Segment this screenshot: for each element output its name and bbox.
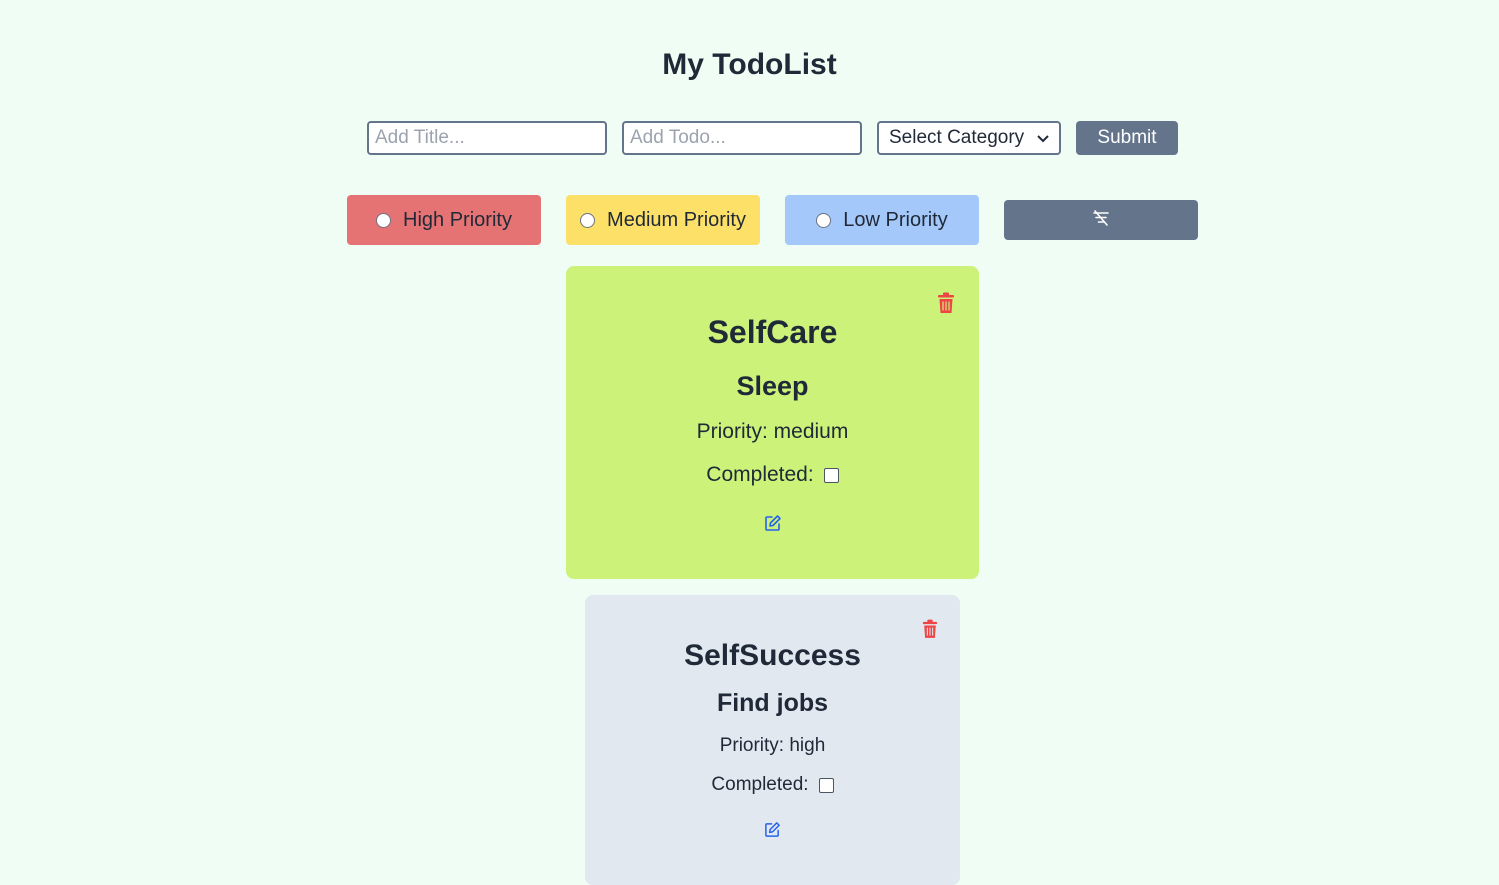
todo-completed-checkbox[interactable] (818, 777, 834, 793)
edit-icon[interactable] (764, 821, 781, 843)
todo-completed-label: Completed: (706, 463, 814, 486)
category-select[interactable]: Select Category (877, 121, 1061, 155)
high-priority-radio[interactable] (376, 212, 392, 228)
todo-category: SelfSuccess (684, 639, 861, 672)
todo-title: Sleep (736, 371, 809, 401)
todo-completed-row: Completed: (585, 774, 960, 796)
medium-priority-label: Medium Priority (607, 208, 746, 231)
clear-filter-button[interactable] (1004, 200, 1198, 240)
todo-completed-checkbox[interactable] (823, 467, 839, 483)
todo-priority: Priority: medium (696, 420, 849, 443)
submit-button[interactable]: Submit (1076, 121, 1178, 155)
low-priority-radio[interactable] (816, 212, 832, 228)
todo-completed-row: Completed: (566, 463, 979, 487)
todo-category: SelfCare (707, 314, 838, 350)
todo-edit-row (585, 821, 960, 843)
medium-priority-filter[interactable]: Medium Priority (566, 195, 760, 245)
medium-priority-radio[interactable] (580, 212, 596, 228)
todo-input[interactable] (622, 121, 862, 155)
category-select-value: Select Category (889, 127, 1025, 148)
filter-off-icon (1092, 209, 1110, 232)
todo-card: SelfCare Sleep Priority: medium Complete… (566, 266, 979, 579)
todo-edit-row (566, 514, 979, 537)
page-title: My TodoList (662, 48, 837, 81)
todo-card: SelfSuccess Find jobs Priority: high Com… (585, 595, 960, 885)
title-input[interactable] (367, 121, 607, 155)
todo-completed-label: Completed: (711, 774, 809, 795)
edit-icon[interactable] (764, 514, 782, 537)
todo-priority: Priority: high (719, 735, 826, 756)
low-priority-label: Low Priority (843, 208, 948, 231)
high-priority-label: High Priority (403, 208, 512, 231)
todo-title: Find jobs (716, 689, 829, 717)
high-priority-filter[interactable]: High Priority (347, 195, 541, 245)
low-priority-filter[interactable]: Low Priority (785, 195, 979, 245)
chevron-down-icon (1037, 127, 1049, 149)
